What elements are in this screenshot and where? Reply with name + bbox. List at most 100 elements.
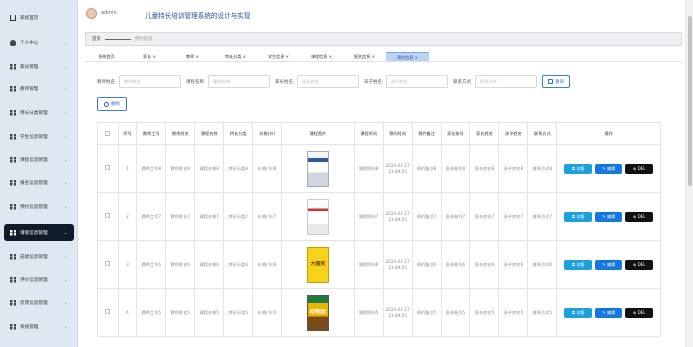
sidebar-item[interactable]: 成绩信息管理 ⌄ [4, 248, 74, 265]
sidebar-item-label: 家长管理 [20, 64, 39, 70]
sidebar-item[interactable]: 特长分类管理 ⌄ [4, 104, 74, 121]
course-image-title: 动物运动会 [309, 308, 326, 315]
scrollbar[interactable] [685, 0, 693, 347]
course-image[interactable]: 大猫奖 [306, 246, 329, 283]
sidebar-item[interactable]: 家长管理 ⌄ [4, 58, 74, 75]
cell-category: 特长分类7 [223, 192, 254, 241]
tab[interactable]: 系统首页 [85, 52, 128, 61]
table-row[interactable]: 2 教师工号7 教师姓名7 课程名称7 特长分类7 价格(节)7 课程时间7 2024-01-… [97, 192, 661, 241]
username[interactable]: admin [101, 10, 117, 16]
course-image-cell [281, 144, 355, 193]
grid-icon [10, 299, 16, 306]
row-checkbox[interactable] [105, 213, 111, 218]
select-all-checkbox[interactable] [105, 130, 111, 136]
tab[interactable]: 学生信息 × [257, 52, 300, 61]
edit-button-label: 编辑 [607, 261, 616, 267]
delete-button-label: DEL [637, 261, 646, 267]
tab-bar: 系统首页 家长 × 教师 × 特长分类 × 学生信息 × 课程信息 × 报名信息 × 预约信息… [85, 52, 682, 62]
row-checkbox[interactable] [105, 165, 111, 170]
row-actions-cell: ⧉ 详情 ✎ 编辑 ⊗ DEL [556, 240, 661, 289]
search-input[interactable]: 联系方式 [475, 75, 537, 88]
table-row[interactable]: 4教师工号5教师姓名5课程名称5特长分类5价格(节)5 动物运动会 课程时间5202… [97, 288, 661, 337]
course-image[interactable] [306, 150, 329, 187]
breadcrumb-home[interactable]: 首页 [92, 36, 101, 42]
delete-button[interactable]: ⊗ DEL [625, 259, 654, 270]
sidebar-item[interactable]: 学生信息管理 ⌄ [4, 128, 74, 145]
cell-category: 特长分类8 [223, 144, 254, 193]
table-row[interactable]: 1 教师工号8 教师姓名8 课程名称8 特长分类8 价格(节)8 课程时间8 2024-01-… [97, 144, 661, 193]
sidebar: 系统首页 个人中心 ⌄ 家长管理 ⌄ 教师管理 ⌄ 特长分类管理 ⌄ 学生信息管理 ⌄ 课程信息管理 ⌄… [0, 0, 78, 347]
batch-delete-button[interactable]: 删除 [97, 97, 127, 111]
table-row[interactable]: 3 教师工号6 教师姓名6 课程名称6 特长分类6 价格(节)6 大猫奖 课程时间6 2024-… [97, 240, 661, 289]
search-input[interactable]: 家长姓名 [297, 75, 359, 88]
cell-index: 2 [117, 192, 138, 241]
tab[interactable]: 课程信息 × [300, 52, 343, 61]
detail-button[interactable]: ⧉ 详情 [564, 259, 593, 270]
detail-button[interactable]: ⧉ 详情 [564, 307, 593, 318]
course-image[interactable] [306, 198, 329, 235]
query-button[interactable]: 查询 [542, 75, 570, 88]
tab[interactable]: 教师 × [171, 52, 214, 61]
delete-button[interactable]: ⊗ DEL [625, 211, 654, 222]
search-input[interactable]: 课程名称 [208, 75, 270, 88]
row-checkbox[interactable] [105, 261, 111, 266]
course-image[interactable]: 动物运动会 [306, 294, 329, 331]
sidebar-item[interactable]: 课程信息管理 ⌄ [4, 151, 74, 168]
chevron-down-icon: ⌄ [64, 86, 68, 91]
chevron-down-icon: ⌄ [64, 324, 68, 329]
cell-price: 价格(节)8 [252, 144, 283, 193]
sidebar-item[interactable]: 反馈信息管理 ⌄ [4, 294, 74, 311]
search-field-course: 课程名称 课程名称 [186, 75, 270, 88]
avatar[interactable] [86, 8, 97, 19]
delete-button[interactable]: ⊗ DEL [625, 307, 654, 318]
cell-parent-account: 家长账号5 [440, 288, 471, 337]
course-image-cell: 大猫奖 [281, 240, 355, 289]
sidebar-item[interactable]: 系统管理 ⌄ [4, 318, 74, 335]
table-header: 序号 教师工号 教师姓名 课程名称 特长分类 价格(节) 课程图片 课程时间 预约时间 预约备注家… [97, 122, 661, 145]
edit-button[interactable]: ✎ 编辑 [595, 259, 623, 270]
search-label: 教师姓名 [97, 79, 115, 85]
search-input[interactable]: 孩子姓名 [386, 75, 448, 88]
pencil-icon: ✎ [602, 309, 606, 315]
search-input[interactable]: 教师姓名 [119, 75, 181, 88]
sidebar-item[interactable]: 个人中心 ⌄ [4, 34, 74, 51]
cell-course-time: 课程时间8 [353, 144, 384, 193]
detail-button[interactable]: ⧉ 详情 [564, 163, 593, 174]
tab[interactable]: 家长 × [128, 52, 171, 61]
cell-appoint-time: 2024-01-17 13:48:03 [382, 240, 413, 289]
cell-index: 1 [117, 144, 138, 193]
cell-index: 4 [117, 288, 138, 337]
cell-course-time: 课程时间6 [353, 240, 384, 289]
row-actions-cell: ⧉ 详情 ✎ 编辑 ⊗ DEL [556, 144, 661, 193]
row-checkbox[interactable] [105, 309, 111, 314]
delete-icon [104, 101, 110, 107]
cell-remark: 预约备注5 [411, 288, 442, 337]
edit-button[interactable]: ✎ 编辑 [595, 211, 623, 222]
search-field-teacher: 教师姓名 教师姓名 [97, 75, 181, 88]
tab[interactable]: 预约信息 × [386, 52, 429, 61]
edit-button[interactable]: ✎ 编辑 [595, 307, 623, 318]
column-header: 特长分类 [223, 122, 254, 145]
sidebar-item[interactable]: 报名信息管理 ⌄ [4, 174, 74, 191]
detail-button[interactable]: ⧉ 详情 [564, 211, 593, 222]
cell-contact: 联系方式7 [527, 192, 558, 241]
delete-button[interactable]: ⊗ DEL [625, 163, 654, 174]
row-checkbox-cell [97, 240, 119, 289]
chevron-down-icon: ⌄ [64, 204, 68, 209]
course-image-cell [281, 192, 355, 241]
sidebar-item-label: 学生信息管理 [20, 134, 48, 140]
detail-button-label: 详情 [576, 165, 585, 171]
cell-contact: 联系方式6 [527, 240, 558, 289]
edit-button[interactable]: ✎ 编辑 [595, 163, 623, 174]
grid-icon [10, 203, 16, 210]
app-title: 儿童特长培训管理系统的设计与实现 [145, 12, 251, 20]
tab[interactable]: 特长分类 × [214, 52, 257, 61]
tab[interactable]: 报名信息 × [343, 52, 386, 61]
cell-parent-name: 家长姓名8 [469, 144, 500, 193]
sidebar-item[interactable]: 请假信息管理 ⌄ [4, 224, 74, 241]
sidebar-item[interactable]: 预约信息管理 ⌄ [4, 198, 74, 215]
scrollbar-thumb[interactable] [688, 16, 692, 186]
sidebar-item[interactable]: 教师管理 ⌄ [4, 80, 74, 97]
sidebar-item[interactable]: 评价信息管理 ⌄ [4, 271, 74, 288]
sidebar-item[interactable]: 系统首页 [4, 9, 74, 26]
